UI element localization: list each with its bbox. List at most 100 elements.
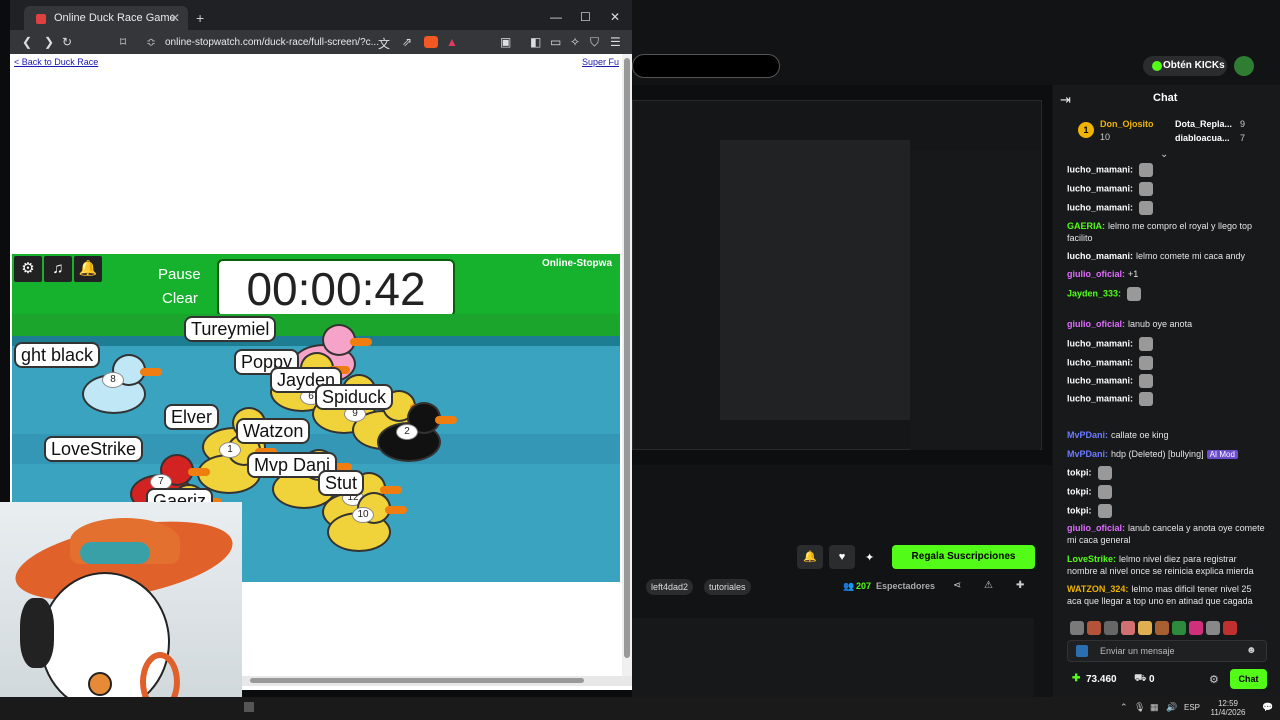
brave-shield-icon[interactable] xyxy=(424,36,438,48)
chat-username[interactable]: Jayden_333: xyxy=(1067,288,1121,298)
vpn-icon[interactable]: ⛉ xyxy=(590,35,599,50)
volume-icon[interactable]: 🔊 xyxy=(1166,702,1177,713)
super-fun-link[interactable]: Super Fu xyxy=(582,57,619,67)
avatar[interactable] xyxy=(1234,56,1254,76)
duck-beak xyxy=(188,468,210,476)
tab-title: Online Duck Race Game xyxy=(54,12,176,24)
top-user-3[interactable]: diabloacua... xyxy=(1175,133,1230,143)
network-icon[interactable]: ▦ xyxy=(1150,702,1159,713)
sound-toggle-icon[interactable]: 🔔 xyxy=(74,256,102,282)
follow-heart-button[interactable]: ♥ xyxy=(829,545,855,569)
chat-username[interactable]: giulio_oficial: xyxy=(1067,269,1125,279)
chat-username[interactable]: MvPDani: xyxy=(1067,449,1108,459)
back-icon[interactable]: ❮ xyxy=(22,35,32,49)
add-user-icon[interactable]: ✚ xyxy=(1016,580,1024,591)
emote-icon xyxy=(1139,392,1154,406)
emote-icon xyxy=(1097,466,1112,480)
chat-username[interactable]: lucho_mamani: xyxy=(1067,202,1133,212)
emote-bar[interactable] xyxy=(1067,619,1267,635)
pause-button[interactable]: Pause xyxy=(158,266,201,283)
forward-icon[interactable]: ❯ xyxy=(44,35,54,49)
tray-chevron-icon[interactable]: ⌃ xyxy=(1120,702,1128,713)
chat-username[interactable]: lucho_mamani: xyxy=(1067,393,1133,403)
music-toggle-icon[interactable]: ♫ xyxy=(44,256,72,282)
extensions-icon[interactable]: ✧ xyxy=(570,35,580,49)
chat-username[interactable]: lucho_mamani: xyxy=(1067,164,1133,174)
share-page-icon[interactable]: ⇗ xyxy=(402,35,412,49)
maximize-icon[interactable]: ☐ xyxy=(580,10,591,24)
translate-icon[interactable]: 文 xyxy=(378,35,390,52)
new-tab-icon[interactable]: + xyxy=(196,10,204,26)
chat-username[interactable]: lucho_mamani: xyxy=(1067,251,1133,261)
smiley-icon[interactable]: ☻ xyxy=(1246,645,1257,656)
mic-icon[interactable]: 🎙 xyxy=(1134,702,1145,713)
emote-picker-icon[interactable] xyxy=(1076,645,1088,657)
chat-username[interactable]: giulio_oficial: xyxy=(1067,319,1125,329)
reader-icon[interactable]: ▣ xyxy=(500,35,511,49)
site-info-icon[interactable]: ≎ xyxy=(146,35,156,49)
viewers-label: Espectadores xyxy=(876,581,936,591)
duck-name-label: LoveStrike xyxy=(44,436,144,462)
chat-message: lucho_mamani: xyxy=(1067,163,1267,177)
address-pill[interactable] xyxy=(632,54,780,78)
chat-settings-icon[interactable]: ⚙ xyxy=(1209,673,1219,686)
chat-username[interactable]: lucho_mamani: xyxy=(1067,375,1133,385)
gift-count: 0 xyxy=(1149,674,1155,685)
clear-button[interactable]: Clear xyxy=(162,290,198,307)
chat-message: GAERIA: lelmo me compro el royal y llego … xyxy=(1067,220,1267,244)
favicon-icon xyxy=(36,14,46,24)
chat-username[interactable]: tokpi: xyxy=(1067,467,1092,477)
notifications-button[interactable]: 🔔 xyxy=(797,545,823,569)
duck-name-label: ght black xyxy=(14,342,101,368)
clock[interactable]: 12:59 11/4/2026 xyxy=(1210,699,1246,717)
chat-username[interactable]: lucho_mamani: xyxy=(1067,338,1133,348)
reload-icon[interactable]: ↻ xyxy=(62,35,72,49)
tag-tutoriales[interactable]: tutoriales xyxy=(704,579,751,595)
menu-icon[interactable]: ☰ xyxy=(610,35,621,49)
settings-gear-icon[interactable]: ⚙ xyxy=(14,256,42,282)
back-to-duck-race-link[interactable]: < Back to Duck Race xyxy=(14,57,98,67)
chat-username[interactable]: tokpi: xyxy=(1067,505,1092,515)
share-icon[interactable]: ⋖ xyxy=(953,580,961,591)
sparkle-icon[interactable]: ✦ xyxy=(865,551,874,564)
vertical-scroll-thumb[interactable] xyxy=(624,58,630,658)
tag-left4dad2[interactable]: left4dad2 xyxy=(646,579,694,595)
emote-icon xyxy=(1139,337,1154,351)
taskbar-app-icon[interactable] xyxy=(244,702,254,712)
chat-username[interactable]: giulio_oficial: xyxy=(1067,523,1125,533)
close-window-icon[interactable]: ✕ xyxy=(610,10,620,24)
notifications-tray-icon[interactable]: 💬 xyxy=(1262,702,1273,713)
gift-icon[interactable]: ⛟ xyxy=(1134,673,1147,686)
language-indicator[interactable]: ESP xyxy=(1184,703,1200,712)
emote-icon xyxy=(1139,163,1154,177)
chat-message: lucho_mamani: xyxy=(1067,392,1267,406)
brand-logo: Online-Stopwa xyxy=(542,258,612,269)
top-user-2[interactable]: Dota_Repla... xyxy=(1175,119,1232,129)
top-user-1[interactable]: Don_Ojosito xyxy=(1100,119,1154,129)
url-field[interactable]: online-stopwatch.com/duck-race/full-scre… xyxy=(165,37,379,48)
chat-username[interactable]: lucho_mamani: xyxy=(1067,183,1133,193)
duck-name-label: Stut xyxy=(318,470,365,496)
chat-username[interactable]: MvPDani: xyxy=(1067,430,1108,440)
chat-username[interactable]: tokpi: xyxy=(1067,486,1092,496)
gift-subs-button[interactable]: Regala Suscripciones xyxy=(892,545,1035,569)
browser-tab[interactable]: Online Duck Race Game ✕ xyxy=(24,6,188,32)
chat-text: lanub oye anota xyxy=(1128,319,1193,329)
bookmark-icon[interactable]: ⌑ xyxy=(120,35,126,49)
chat-username[interactable]: GAERIA: xyxy=(1067,221,1105,231)
chat-message: lucho_mamani: xyxy=(1067,356,1267,370)
chat-message: lucho_mamani: xyxy=(1067,201,1267,215)
rewards-icon[interactable]: ▲ xyxy=(446,35,458,49)
chat-username[interactable]: lucho_mamani: xyxy=(1067,357,1133,367)
report-icon[interactable]: ⚠ xyxy=(984,580,993,591)
wallet-icon[interactable]: ▭ xyxy=(550,35,561,49)
chat-username[interactable]: WATZON_324: xyxy=(1067,584,1128,594)
minimize-icon[interactable]: — xyxy=(550,10,562,24)
sidebar-icon[interactable]: ◧ xyxy=(530,35,541,49)
horizontal-scroll-thumb[interactable] xyxy=(250,678,584,683)
chat-send-button[interactable]: Chat xyxy=(1230,669,1267,689)
expand-chevron-icon[interactable]: ⌄ xyxy=(1160,149,1168,160)
close-tab-icon[interactable]: ✕ xyxy=(170,11,180,25)
collapse-chat-icon[interactable]: ⇥ xyxy=(1060,92,1071,108)
chat-username[interactable]: LoveStrike: xyxy=(1067,554,1116,564)
